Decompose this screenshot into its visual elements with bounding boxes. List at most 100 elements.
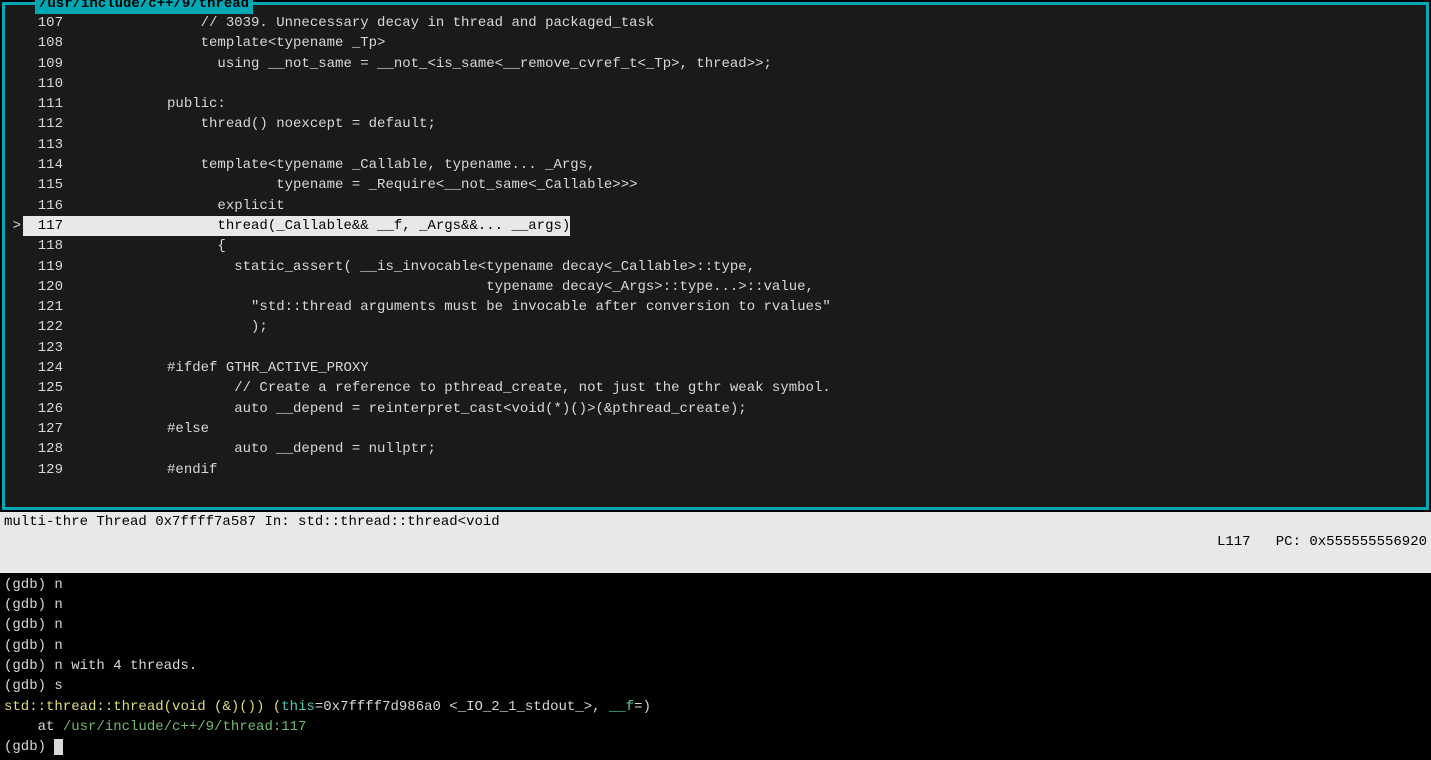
source-panel: /usr/include/c++/9/thread 107 // 3039. U… xyxy=(2,2,1429,510)
line-number: 118 xyxy=(23,236,83,256)
current-line-marker xyxy=(5,378,23,398)
line-content: { xyxy=(83,236,1426,256)
line-content: auto __depend = nullptr; xyxy=(83,439,1426,459)
console-history-line: (gdb) s xyxy=(4,676,1427,696)
console-history-line: (gdb) n with 4 threads. xyxy=(4,656,1427,676)
line-content: // Create a reference to pthread_create,… xyxy=(83,378,1426,398)
current-line-marker xyxy=(5,257,23,277)
line-number: 125 xyxy=(23,378,83,398)
line-content xyxy=(83,74,1426,94)
line-number: 120 xyxy=(23,277,83,297)
line-content: explicit xyxy=(83,196,1426,216)
current-line-marker xyxy=(5,33,23,53)
status-position: L117 PC: 0x555555556920 xyxy=(1183,512,1427,573)
line-content: template<typename _Callable, typename...… xyxy=(83,155,1426,175)
line-content xyxy=(83,338,1426,358)
line-content: "std::thread arguments must be invocable… xyxy=(83,297,1426,317)
line-content: static_assert( __is_invocable<typename d… xyxy=(83,257,1426,277)
line-content xyxy=(83,135,1426,155)
console-history-line: (gdb) n xyxy=(4,615,1427,635)
line-number: 122 xyxy=(23,317,83,337)
source-line: 119 static_assert( __is_invocable<typena… xyxy=(5,257,1426,277)
line-number: 123 xyxy=(23,338,83,358)
current-line-marker xyxy=(5,399,23,419)
line-number: 124 xyxy=(23,358,83,378)
line-number: 116 xyxy=(23,196,83,216)
current-line-marker xyxy=(5,74,23,94)
source-line: 109 using __not_same = __not_<is_same<__… xyxy=(5,54,1426,74)
console-prompt[interactable]: (gdb) xyxy=(4,737,1427,757)
source-line: 122 ); xyxy=(5,317,1426,337)
source-line: 108 template<typename _Tp> xyxy=(5,33,1426,53)
current-line-marker xyxy=(5,114,23,134)
source-line: 118 { xyxy=(5,236,1426,256)
source-line: 123 xyxy=(5,338,1426,358)
line-content: ); xyxy=(83,317,1426,337)
line-content: using __not_same = __not_<is_same<__remo… xyxy=(83,54,1426,74)
line-content: // 3039. Unnecessary decay in thread and… xyxy=(83,13,1426,33)
source-line: 125 // Create a reference to pthread_cre… xyxy=(5,378,1426,398)
current-line-marker xyxy=(5,236,23,256)
line-content: #else xyxy=(83,419,1426,439)
current-line-marker xyxy=(5,13,23,33)
source-file-path: /usr/include/c++/9/thread xyxy=(35,0,253,14)
line-number: 109 xyxy=(23,54,83,74)
source-line: 107 // 3039. Unnecessary decay in thread… xyxy=(5,13,1426,33)
source-line: 126 auto __depend = reinterpret_cast<voi… xyxy=(5,399,1426,419)
current-line-marker: > xyxy=(5,216,23,236)
source-line: 124 #ifdef GTHR_ACTIVE_PROXY xyxy=(5,358,1426,378)
current-line-marker xyxy=(5,297,23,317)
line-number: 107 xyxy=(23,13,83,33)
line-number: 127 xyxy=(23,419,83,439)
console-output-location: at /usr/include/c++/9/thread:117 xyxy=(4,717,1427,737)
source-line: 127 #else xyxy=(5,419,1426,439)
line-content: typename = _Require<__not_same<_Callable… xyxy=(83,175,1426,195)
console-history-line: (gdb) n xyxy=(4,595,1427,615)
current-line-marker xyxy=(5,135,23,155)
current-line-marker xyxy=(5,94,23,114)
current-line-marker xyxy=(5,338,23,358)
line-content: thread() noexcept = default; xyxy=(83,114,1426,134)
console-history-line: (gdb) n xyxy=(4,575,1427,595)
source-line: 112 thread() noexcept = default; xyxy=(5,114,1426,134)
status-context: multi-thre Thread 0x7ffff7a587 In: std::… xyxy=(4,512,1183,573)
cursor xyxy=(54,739,63,755)
line-number: 119 xyxy=(23,257,83,277)
line-number: 112 xyxy=(23,114,83,134)
current-line-marker xyxy=(5,439,23,459)
console-output-frame: std::thread::thread(void (&)()) (this=0x… xyxy=(4,697,1427,717)
source-line: 120 typename decay<_Args>::type...>::val… xyxy=(5,277,1426,297)
current-line-marker xyxy=(5,419,23,439)
source-line: 129 #endif xyxy=(5,460,1426,480)
line-number: 126 xyxy=(23,399,83,419)
line-number: 111 xyxy=(23,94,83,114)
current-line-marker xyxy=(5,277,23,297)
source-line: 115 typename = _Require<__not_same<_Call… xyxy=(5,175,1426,195)
line-number: 110 xyxy=(23,74,83,94)
line-number: 114 xyxy=(23,155,83,175)
line-number: 115 xyxy=(23,175,83,195)
line-number: 117 xyxy=(23,216,83,236)
current-line-marker xyxy=(5,358,23,378)
console-history-line: (gdb) n xyxy=(4,636,1427,656)
line-number: 129 xyxy=(23,460,83,480)
line-content: typename decay<_Args>::type...>::value, xyxy=(83,277,1426,297)
gdb-console[interactable]: (gdb) n(gdb) n(gdb) n(gdb) n(gdb) n with… xyxy=(0,573,1431,760)
line-content: #endif xyxy=(83,460,1426,480)
source-line: 111 public: xyxy=(5,94,1426,114)
line-content: template<typename _Tp> xyxy=(83,33,1426,53)
current-line-marker xyxy=(5,317,23,337)
line-number: 121 xyxy=(23,297,83,317)
line-content: #ifdef GTHR_ACTIVE_PROXY xyxy=(83,358,1426,378)
source-code-area[interactable]: 107 // 3039. Unnecessary decay in thread… xyxy=(5,5,1426,507)
source-line: 128 auto __depend = nullptr; xyxy=(5,439,1426,459)
line-content: thread(_Callable&& __f, _Args&&... __arg… xyxy=(83,216,570,236)
line-number: 113 xyxy=(23,135,83,155)
current-line-marker xyxy=(5,196,23,216)
current-line-marker xyxy=(5,54,23,74)
source-line: 113 xyxy=(5,135,1426,155)
source-line: 110 xyxy=(5,74,1426,94)
current-line-marker xyxy=(5,155,23,175)
source-line: >117 thread(_Callable&& __f, _Args&&... … xyxy=(5,216,1426,236)
line-content: auto __depend = reinterpret_cast<void(*)… xyxy=(83,399,1426,419)
